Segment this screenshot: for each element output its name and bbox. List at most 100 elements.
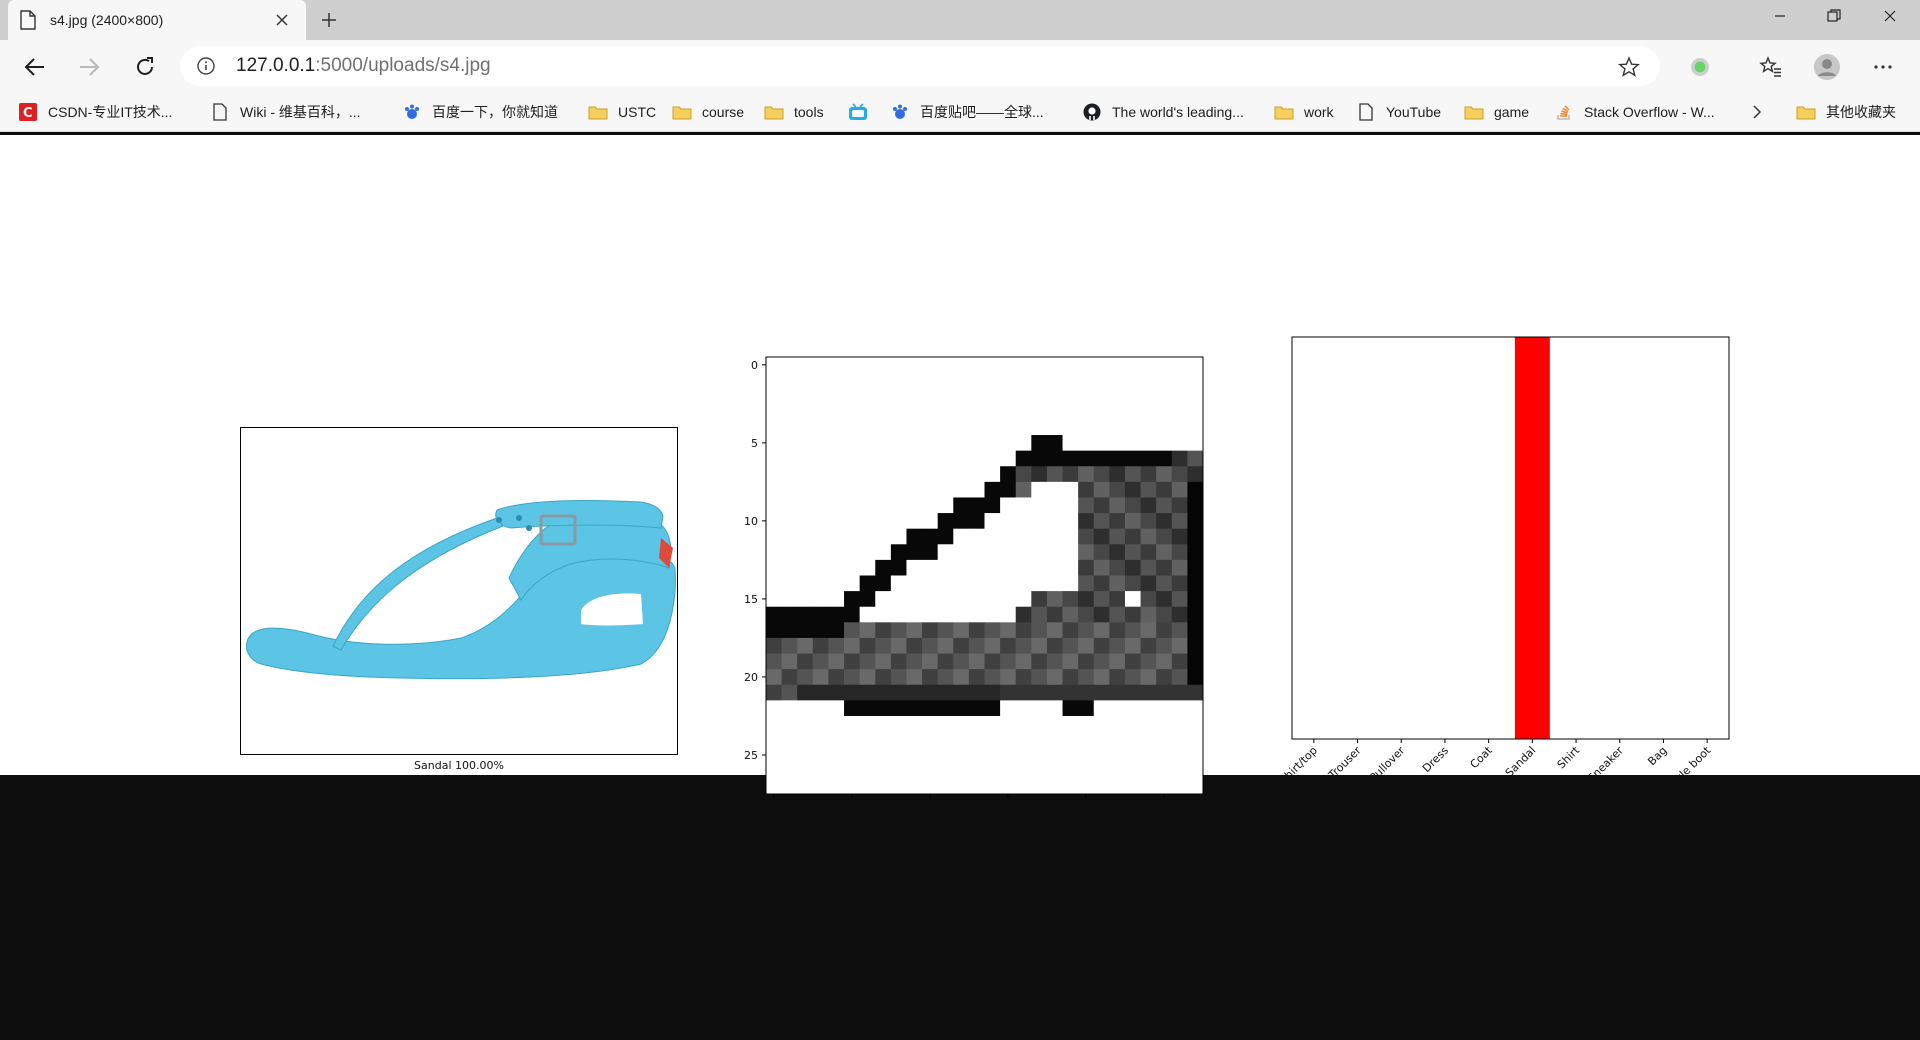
heatmap-pixel [1171,466,1188,483]
new-tab-icon[interactable] [314,6,344,34]
heatmap-pixel [922,700,939,717]
heatmap-pixel [1093,466,1110,483]
heatmap-pixel [828,435,845,452]
bookmark-youtube[interactable]: YouTube [1356,92,1441,132]
bookmark-baidu[interactable]: 百度一下，你就知道 [402,92,558,132]
heatmap-pixel [1140,575,1157,592]
heatmap-pixel [1187,513,1204,530]
more-menu-icon[interactable] [1868,52,1898,82]
refresh-icon[interactable] [128,50,162,84]
heatmap-pixel [859,419,876,436]
category-label: T-shirt/top [1280,744,1320,775]
heatmap-pixel [1015,450,1032,467]
heatmap-pixel [812,435,829,452]
heatmap-pixel [812,653,829,670]
heatmap-pixel [906,637,923,654]
favorite-star-icon[interactable] [1618,56,1640,78]
heatmap-pixel [1171,747,1188,764]
forward-icon[interactable] [72,50,106,84]
heatmap-pixel [1156,653,1173,670]
bookmark-course[interactable]: course [672,92,744,132]
heatmap-pixel [1109,403,1126,420]
bookmark-stackoverflow[interactable]: Stack Overflow - W... [1554,92,1715,132]
bookmark-work[interactable]: work [1274,92,1334,132]
minimize-icon[interactable] [1752,0,1808,32]
heatmap-pixel [1078,419,1095,436]
heatmap-pixel [890,513,907,530]
heatmap-pixel [984,559,1001,576]
heatmap-pixel [937,403,954,420]
heatmap-pixel [781,466,798,483]
bookmarks-overflow-chevron-icon[interactable] [1752,92,1762,132]
heatmap-pixel [968,637,985,654]
bookmark-tools[interactable]: tools [764,92,824,132]
heatmap-pixel [1078,591,1095,608]
heatmap-pixel [828,684,845,701]
heatmap-pixel [1015,700,1032,717]
heatmap-pixel [844,606,861,623]
heatmap-pixel [1187,747,1204,764]
heatmap-pixel [1124,731,1141,748]
heatmap-pixel [1000,513,1017,530]
heatmap-pixel [766,388,783,405]
heatmap-pixel [1140,606,1157,623]
heatmap-pixel [1109,419,1126,436]
bookmark-wiki[interactable]: Wiki - 维基百科，... [210,92,361,132]
heatmap-pixel [844,388,861,405]
close-window-icon[interactable] [1862,0,1918,32]
heatmap-pixel [1046,372,1063,389]
heatmap-pixel [828,513,845,530]
heatmap-pixel [984,591,1001,608]
category-label: Coat [1468,743,1496,771]
heatmap-pixel [812,637,829,654]
heatmap-pixel [1171,481,1188,498]
heatmap-pixel [937,372,954,389]
back-icon[interactable] [18,50,52,84]
heatmap-pixel [922,528,939,545]
heatmap-pixel [1140,669,1157,686]
profile-avatar-icon[interactable] [1812,52,1842,82]
heatmap-pixel [1078,513,1095,530]
bookmark-tieba[interactable]: 百度贴吧——全球... [890,92,1044,132]
heatmap-pixel [1187,450,1204,467]
heatmap-pixel [859,622,876,639]
heatmap-pixel [968,372,985,389]
heatmap-pixel [1078,357,1095,374]
folder-icon [1796,103,1816,121]
heatmap-pixel [1109,653,1126,670]
browser-tab[interactable]: s4.jpg (2400×800) [8,0,306,40]
heatmap-pixel [1046,747,1063,764]
bookmark-other-favorites[interactable]: 其他收藏夹 [1796,92,1896,132]
heatmap-pixel [1156,591,1173,608]
bookmark-bilibili[interactable] [848,92,878,132]
bookmark-game[interactable]: game [1464,92,1529,132]
bookmark-csdn[interactable]: C CSDN-专业IT技术... [18,92,172,132]
address-bar[interactable]: 127.0.0.1:5000/uploads/s4.jpg [180,46,1660,86]
heatmap-pixel [890,762,907,779]
heatmap-pixel [1124,653,1141,670]
info-icon[interactable] [196,56,216,76]
heatmap-pixel [1031,684,1048,701]
bookmark-ustc[interactable]: USTC [588,92,656,132]
heatmap-pixel [844,357,861,374]
close-tab-icon[interactable] [270,8,294,32]
heatmap-pixel [1015,481,1032,498]
heatmap-pixel [781,513,798,530]
heatmap-pixel [1062,591,1079,608]
heatmap-pixel [1156,357,1173,374]
extension-icon[interactable] [1685,52,1715,82]
heatmap-pixel [984,637,1001,654]
heatmap-pixel [1124,637,1141,654]
bookmark-github[interactable]: The world's leading... [1082,92,1244,132]
heatmap-pixel [812,513,829,530]
heatmap-pixel [922,653,939,670]
heatmap-pixel [812,466,829,483]
heatmap-pixel [1046,700,1063,717]
heatmap-pixel [1093,513,1110,530]
favorites-icon[interactable] [1756,52,1786,82]
heatmap-pixel [1171,450,1188,467]
heatmap-pixel [781,778,798,795]
heatmap-pixel [859,357,876,374]
restore-icon[interactable] [1806,0,1862,32]
heatmap-pixel [890,450,907,467]
